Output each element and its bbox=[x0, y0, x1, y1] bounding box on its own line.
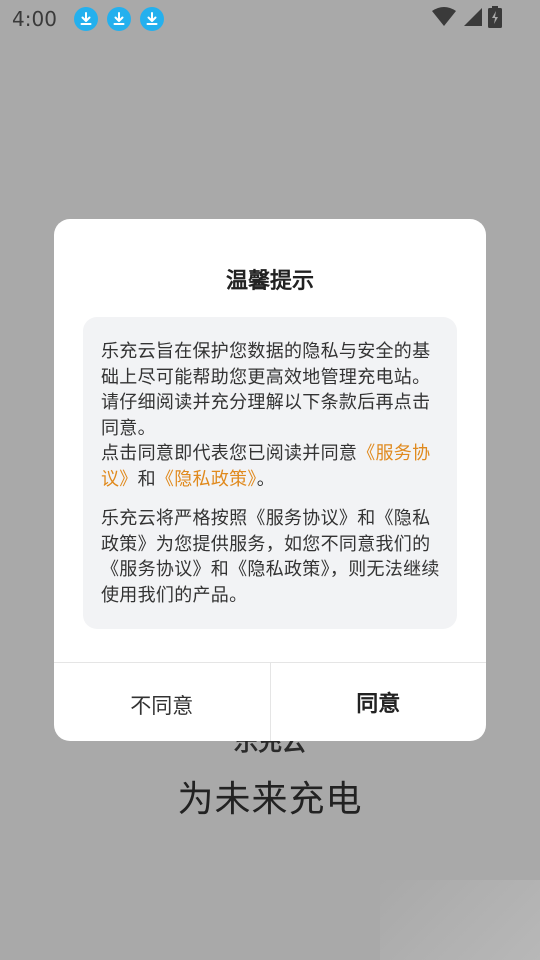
dialog-button-row: 不同意 同意 bbox=[54, 662, 486, 741]
privacy-policy-link[interactable]: 《隐私政策》 bbox=[156, 469, 257, 490]
and-text: 和 bbox=[137, 468, 156, 490]
privacy-dialog: 温馨提示 乐充云旨在保护您数据的隐私与安全的基础上尽可能帮助您更高效地管理充电站… bbox=[54, 219, 486, 741]
dialog-paragraph-1: 乐充云旨在保护您数据的隐私与安全的基础上尽可能帮助您更高效地管理充电站。请仔细阅… bbox=[101, 339, 441, 492]
status-right-icons bbox=[432, 6, 502, 32]
watermark bbox=[380, 880, 540, 960]
consent-prefix: 点击同意即代表您已阅读并同意 bbox=[101, 443, 358, 464]
background-slogan: 为未来充电 bbox=[177, 779, 363, 820]
status-time: 4:00 bbox=[12, 7, 57, 31]
period-text: 。 bbox=[256, 468, 276, 490]
signal-icon bbox=[462, 7, 482, 31]
agree-button[interactable]: 同意 bbox=[271, 663, 487, 741]
battery-charging-icon bbox=[488, 6, 502, 32]
dialog-content: 乐充云旨在保护您数据的隐私与安全的基础上尽可能帮助您更高效地管理充电站。请仔细阅… bbox=[83, 317, 457, 629]
download-icon bbox=[139, 7, 164, 31]
download-icon bbox=[73, 7, 98, 31]
download-icon bbox=[106, 7, 131, 31]
wifi-icon bbox=[432, 7, 456, 31]
intro-text: 乐充云旨在保护您数据的隐私与安全的基础上尽可能帮助您更高效地管理充电站。请仔细阅… bbox=[101, 341, 431, 439]
dialog-title: 温馨提示 bbox=[225, 269, 314, 294]
disagree-button[interactable]: 不同意 bbox=[54, 663, 271, 741]
dialog-paragraph-2: 乐充云将严格按照《服务协议》和《隐私政策》为您提供服务，如您不同意我们的《服务协… bbox=[101, 508, 440, 606]
